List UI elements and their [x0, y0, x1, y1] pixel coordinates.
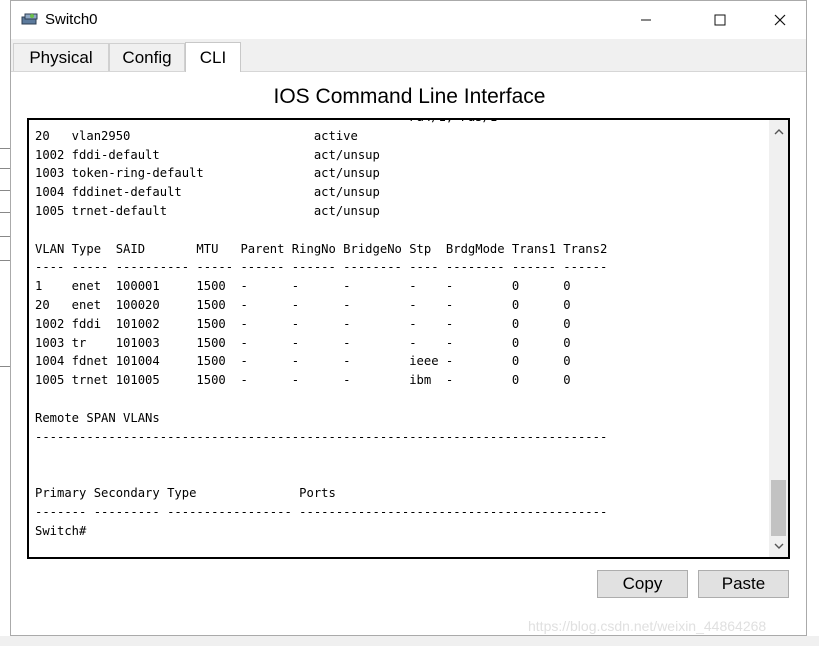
panel-title: IOS Command Line Interface [273, 85, 546, 108]
switch-app-icon [21, 13, 38, 25]
paste-button[interactable]: Paste [698, 570, 789, 598]
taskbar-strip [0, 636, 819, 646]
watermark: https://blog.csdn.net/weixin_44864268 [528, 618, 767, 634]
tab-strip: Physical Config CLI [11, 39, 806, 72]
close-icon [774, 14, 786, 26]
minimize-icon [641, 19, 651, 21]
scroll-up-button[interactable] [769, 122, 788, 140]
vertical-scrollbar[interactable] [769, 120, 788, 557]
tab-cli[interactable]: CLI [185, 42, 241, 72]
scroll-thumb[interactable] [771, 480, 786, 536]
title-bar[interactable]: Switch0 [11, 1, 806, 39]
chevron-down-icon [774, 543, 783, 549]
maximize-icon [714, 14, 726, 26]
tab-physical[interactable]: Physical [13, 43, 109, 71]
minimize-button[interactable] [623, 5, 669, 35]
chevron-up-icon [774, 128, 783, 134]
cli-terminal[interactable]: Fa4/1, Fa5/1 20 vlan2950 active 1002 fdd… [27, 118, 790, 559]
switch-window: Switch0 Physical Config CLI IOS Command … [10, 0, 807, 636]
copy-button[interactable]: Copy [597, 570, 688, 598]
tab-config[interactable]: Config [109, 43, 185, 71]
scroll-down-button[interactable] [769, 537, 788, 555]
window-title: Switch0 [45, 11, 98, 28]
maximize-button[interactable] [697, 5, 743, 35]
close-button[interactable] [757, 5, 803, 35]
terminal-output[interactable]: Fa4/1, Fa5/1 20 vlan2950 active 1002 fdd… [35, 120, 607, 540]
